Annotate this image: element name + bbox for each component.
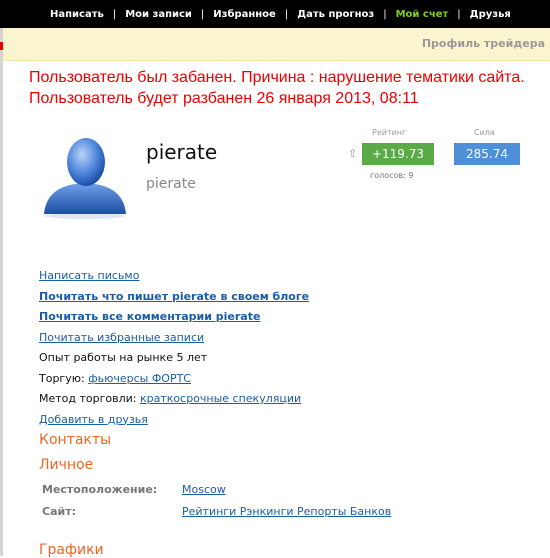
- ban-message: Пользователь был забанен. Причина : нару…: [29, 69, 525, 107]
- rating-label: Рейтинг: [372, 128, 407, 137]
- nav-separator: |: [200, 8, 205, 20]
- add-friend-link[interactable]: Добавить в друзья: [39, 413, 148, 426]
- top-navigation: Написать | Мои записи | Избранное | Дать…: [0, 0, 550, 28]
- nav-item-my-posts[interactable]: Мои записи: [125, 9, 192, 20]
- vote-up-icon[interactable]: ⇧: [348, 147, 357, 160]
- nav-separator: |: [383, 8, 387, 20]
- list-item: Почитать избранные записи: [39, 328, 509, 349]
- trades-value-link[interactable]: фьючерсы ФОРТС: [88, 372, 191, 385]
- list-item: Метод торговли: краткосрочные спекуляции: [39, 389, 509, 410]
- section-contacts: Контакты: [39, 432, 112, 448]
- write-letter-link[interactable]: Написать письмо: [39, 269, 139, 282]
- list-item: Торгую: фьючерсы ФОРТС: [39, 369, 509, 390]
- nav-item-my-account[interactable]: Мой счет: [396, 9, 449, 20]
- nav-item-favorites[interactable]: Избранное: [213, 9, 276, 20]
- nav-separator: |: [112, 8, 117, 20]
- profile-header-bar: Профиль трейдера: [3, 28, 550, 61]
- nav-item-friends[interactable]: Друзья: [470, 9, 511, 20]
- read-comments-link[interactable]: Почитать все комментарии pierate: [39, 310, 260, 323]
- user-nickname: pierate: [146, 176, 196, 192]
- experience-text: Опыт работы на рынке 5 лет: [39, 351, 208, 364]
- list-item: Почитать все комментарии pierate: [39, 307, 509, 328]
- method-value-link[interactable]: краткосрочные спекуляции: [140, 392, 301, 405]
- list-item: Почитать что пишет pierate в своем блоге: [39, 287, 509, 308]
- power-value: 285.74: [454, 143, 520, 165]
- method-label: Метод торговли:: [39, 392, 137, 405]
- nav-separator: |: [284, 8, 289, 20]
- trades-label: Торгую:: [39, 371, 85, 385]
- read-blog-link[interactable]: Почитать что пишет pierate в своем блоге: [39, 290, 309, 303]
- site-link[interactable]: Рейтинги Рэнкинги Репорты Банков: [182, 505, 391, 518]
- list-item: Написать письмо: [39, 266, 509, 287]
- nav-items: Написать | Мои записи | Избранное | Дать…: [50, 0, 511, 28]
- power-label: Сила: [474, 128, 495, 137]
- section-personal: Личное: [39, 457, 94, 473]
- read-favorites-link[interactable]: Почитать избранные записи: [39, 331, 204, 344]
- user-avatar-icon: [44, 138, 126, 219]
- location-link[interactable]: Moscow: [182, 483, 226, 496]
- site-label: Сайт:: [42, 505, 76, 518]
- location-label: Местоположение:: [42, 483, 158, 496]
- username: pierate: [146, 140, 218, 164]
- profile-links: Написать письмо Почитать что пишет piera…: [39, 266, 509, 430]
- nav-separator: |: [457, 8, 461, 20]
- page-title: Профиль трейдера: [421, 37, 545, 50]
- nav-item-write[interactable]: Написать: [50, 9, 104, 20]
- votes-count: голосов: 9: [370, 171, 414, 180]
- left-border: [0, 28, 3, 556]
- rating-value: +119.73: [362, 143, 434, 165]
- list-item: Добавить в друзья: [39, 410, 509, 431]
- nav-item-forecast[interactable]: Дать прогноз: [297, 9, 374, 20]
